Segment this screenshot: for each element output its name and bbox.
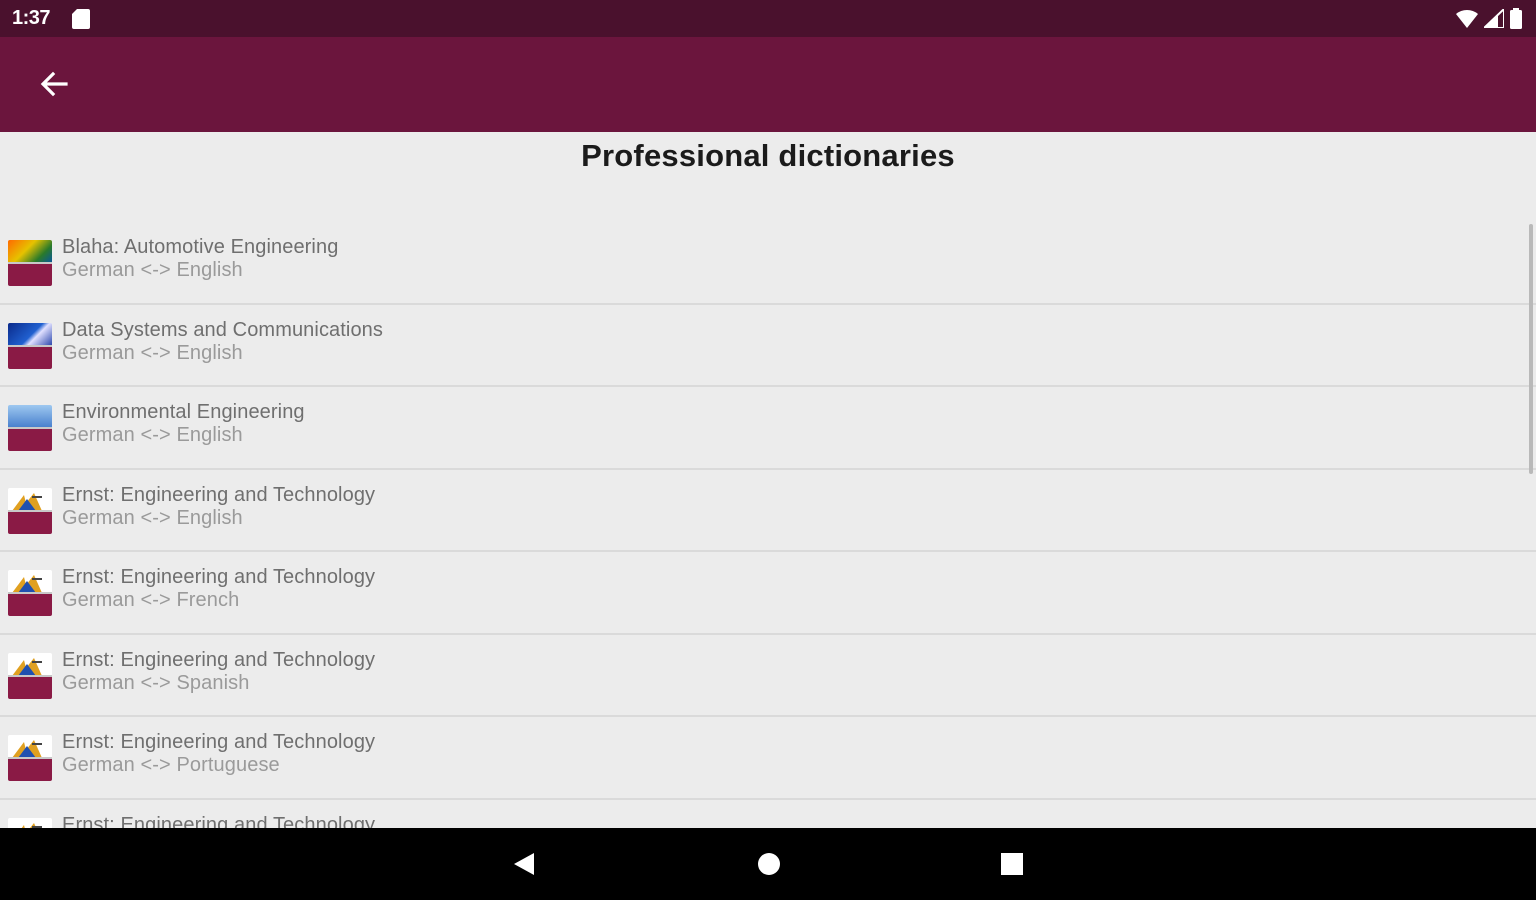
nav-back-icon[interactable] — [510, 850, 538, 878]
dictionary-thumbnail — [8, 322, 52, 369]
page-title: Professional dictionaries — [581, 138, 955, 173]
sd-card-icon — [72, 9, 90, 29]
dictionary-thumbnail — [8, 570, 52, 616]
navigation-bar — [0, 828, 1536, 900]
content-area: Professional dictionaries Blaha: Automot… — [0, 132, 1536, 828]
dictionary-title: Ernst: Engineering and Technology — [62, 731, 376, 753]
list-item[interactable]: Data Systems and Communications German <… — [0, 305, 1536, 387]
dictionary-thumbnail — [8, 735, 52, 781]
list-item[interactable]: Ernst: Engineering and Technology German… — [0, 552, 1536, 635]
back-button[interactable] — [28, 58, 80, 110]
dictionary-list: Blaha: Automotive Engineering German <->… — [0, 222, 1536, 828]
dictionary-title: Ernst: Engineering and Technology — [62, 813, 376, 829]
status-bar: 1:37 — [0, 0, 1536, 37]
dictionary-languages: German <-> English — [62, 424, 243, 446]
dictionary-languages: German <-> Portuguese — [62, 754, 280, 776]
wifi-icon — [1456, 9, 1478, 28]
dictionary-languages: German <-> English — [62, 341, 243, 364]
list-item[interactable]: Environmental Engineering German <-> Eng… — [0, 387, 1536, 470]
list-item[interactable]: Ernst: Engineering and Technology — [0, 800, 1536, 829]
scrollbar[interactable] — [1529, 224, 1533, 474]
dictionary-languages: German <-> English — [62, 259, 243, 281]
dictionary-thumbnail — [8, 487, 52, 534]
nav-recents-icon[interactable] — [998, 850, 1026, 878]
signal-icon — [1484, 9, 1504, 28]
list-item[interactable]: Ernst: Engineering and Technology German… — [0, 717, 1536, 800]
list-item[interactable]: Ernst: Engineering and Technology German… — [0, 470, 1536, 552]
dictionary-thumbnail — [8, 405, 52, 451]
list-item[interactable]: Ernst: Engineering and Technology German… — [0, 635, 1536, 717]
battery-icon — [1510, 8, 1522, 29]
dictionary-languages: German <-> English — [62, 506, 243, 529]
dictionary-title: Ernst: Engineering and Technology — [62, 566, 376, 588]
dictionary-title: Blaha: Automotive Engineering — [62, 236, 339, 258]
dictionary-thumbnail — [8, 817, 52, 828]
dictionary-title: Environmental Engineering — [62, 401, 305, 423]
dictionary-languages: German <-> Spanish — [62, 671, 250, 694]
status-time: 1:37 — [12, 7, 51, 29]
dictionary-title: Data Systems and Communications — [62, 318, 384, 341]
dictionary-title: Ernst: Engineering and Technology — [62, 648, 376, 671]
dictionary-thumbnail — [8, 240, 52, 286]
app-bar — [0, 37, 1536, 132]
dictionary-title: Ernst: Engineering and Technology — [62, 483, 376, 506]
dictionary-languages: German <-> French — [62, 589, 240, 611]
arrow-left-icon — [40, 71, 68, 97]
dictionary-thumbnail — [8, 652, 52, 699]
list-item[interactable]: Blaha: Automotive Engineering German <->… — [0, 222, 1536, 305]
nav-home-icon[interactable] — [755, 850, 783, 878]
